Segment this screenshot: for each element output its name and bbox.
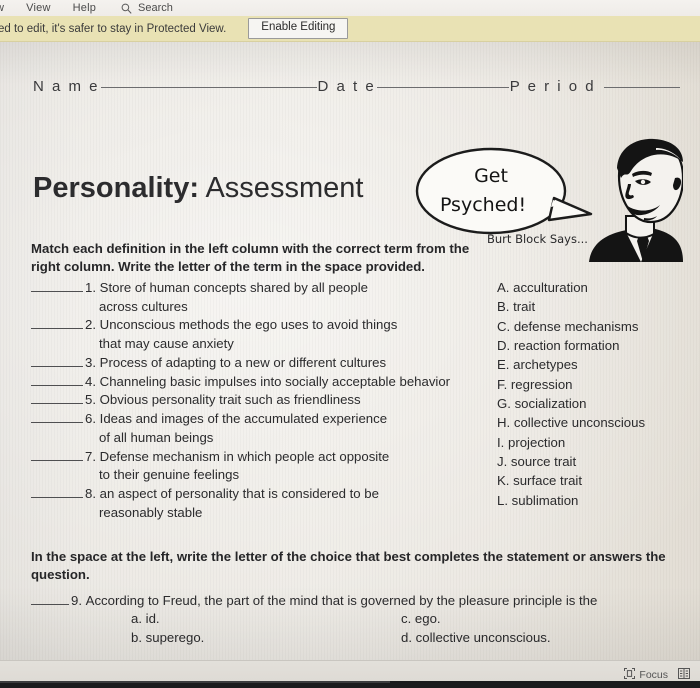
term-item: I. projection bbox=[497, 434, 566, 450]
item-number: 2. bbox=[85, 317, 96, 333]
answer-blank[interactable] bbox=[31, 393, 83, 405]
bottom-edge-seam bbox=[0, 681, 390, 683]
term-item: D. reaction formation bbox=[497, 337, 620, 353]
focus-icon bbox=[624, 667, 636, 682]
search-label: Search bbox=[138, 2, 173, 14]
item-text: Process of adapting to a new or differen… bbox=[99, 354, 387, 370]
matching-item: 5. Obvious personality trait such as fri… bbox=[31, 391, 483, 410]
document-page-photo[interactable]: N a m e D a t e P e r i o d Personality:… bbox=[0, 42, 700, 660]
name-date-period-line: N a m e D a t e P e r i o d bbox=[33, 78, 680, 95]
search-icon bbox=[121, 3, 132, 14]
option-c[interactable]: c. ego. bbox=[401, 610, 441, 628]
svg-text:Psyched!: Psyched! bbox=[440, 194, 526, 216]
tab-review-clipped[interactable]: w bbox=[0, 2, 15, 14]
question-number: 9. bbox=[71, 593, 82, 608]
item-number: 8. bbox=[85, 486, 96, 502]
name-label: N a m e bbox=[33, 78, 100, 95]
matching-item: 6. Ideas and images of the accumulated e… bbox=[31, 410, 483, 447]
date-label: D a t e bbox=[317, 78, 376, 95]
protected-view-message: ed to edit, it's safer to stay in Protec… bbox=[0, 22, 227, 35]
item-number: 7. bbox=[85, 448, 96, 464]
term-item: B. trait bbox=[497, 299, 536, 315]
date-blank-rule bbox=[376, 87, 509, 88]
term-item: L. sublimation bbox=[497, 492, 579, 508]
terms-list: A. acculturation B. trait C. defense mec… bbox=[497, 278, 645, 510]
item-text-cont: to their genuine feelings bbox=[99, 467, 240, 483]
enable-editing-button[interactable]: Enable Editing bbox=[248, 18, 349, 39]
option-d[interactable]: d. collective unconscious. bbox=[401, 629, 551, 647]
cartoon-man-icon bbox=[589, 138, 683, 262]
term-item: E. archetypes bbox=[497, 357, 578, 373]
term-item: G. socialization bbox=[497, 395, 587, 411]
answer-blank[interactable] bbox=[31, 412, 83, 424]
option-b[interactable]: b. superego. bbox=[131, 629, 401, 647]
term-item: F. regression bbox=[497, 376, 573, 392]
item-text-cont: across cultures bbox=[99, 298, 188, 314]
item-text: Unconscious methods the ego uses to avoi… bbox=[99, 317, 398, 333]
reading-view-button[interactable] bbox=[678, 667, 690, 682]
matching-items-list: 1. Store of human concepts shared by all… bbox=[31, 279, 483, 523]
item-text: Ideas and images of the accumulated expe… bbox=[99, 411, 388, 427]
protected-view-bar: ed to edit, it's safer to stay in Protec… bbox=[0, 16, 700, 42]
answer-blank[interactable] bbox=[31, 450, 83, 461]
answer-blank[interactable] bbox=[31, 356, 83, 367]
reading-view-icon bbox=[678, 667, 690, 682]
item-text: Store of human concepts shared by all pe… bbox=[99, 280, 368, 295]
answer-blank[interactable] bbox=[31, 375, 83, 386]
answer-blank[interactable] bbox=[31, 487, 83, 499]
period-label: P e r i o d bbox=[509, 78, 596, 95]
page-title: Personality: Assessment bbox=[33, 174, 363, 203]
item-text-cont: that may cause anxiety bbox=[99, 336, 234, 352]
burt-block-caption: Burt Block Says... bbox=[487, 232, 588, 246]
word-window: w View Help Search ed to edit, it's safe… bbox=[0, 0, 700, 688]
worksheet-sheet: N a m e D a t e P e r i o d Personality:… bbox=[0, 42, 700, 660]
term-item: J. source trait bbox=[497, 453, 577, 469]
matching-instructions: Match each definition in the left column… bbox=[31, 241, 470, 275]
multiple-choice-instructions: In the space at the left, write the lett… bbox=[31, 549, 666, 583]
answer-blank[interactable] bbox=[31, 281, 83, 292]
tab-view[interactable]: View bbox=[15, 2, 61, 14]
option-a[interactable]: a. id. bbox=[131, 610, 401, 628]
page-title-normal: Assessment bbox=[205, 172, 364, 204]
item-number: 1. bbox=[85, 280, 96, 295]
matching-item: 1. Store of human concepts shared by all… bbox=[31, 279, 483, 316]
focus-mode-button[interactable]: Focus bbox=[624, 667, 668, 682]
focus-label: Focus bbox=[639, 668, 668, 681]
item-text: Defense mechanism in which people act op… bbox=[99, 448, 390, 464]
term-item: K. surface trait bbox=[497, 473, 583, 489]
matching-item: 8. an aspect of personality that is cons… bbox=[31, 485, 483, 522]
term-item: C. defense mechanisms bbox=[497, 318, 639, 334]
item-text: an aspect of personality that is conside… bbox=[99, 486, 379, 502]
answer-blank[interactable] bbox=[31, 594, 69, 605]
period-blank-rule bbox=[603, 87, 680, 88]
item-number: 3. bbox=[85, 354, 96, 370]
mc-question-9: 9. According to Freud, the part of the m… bbox=[31, 592, 676, 647]
matching-item: 7. Defense mechanism in which people act… bbox=[31, 448, 483, 485]
answer-blank[interactable] bbox=[31, 318, 83, 330]
search-box[interactable]: Search bbox=[121, 2, 173, 14]
matching-item: 2. Unconscious methods the ego uses to a… bbox=[31, 316, 483, 353]
svg-text:Get: Get bbox=[474, 165, 508, 187]
screen-bottom-edge bbox=[0, 681, 700, 688]
item-number: 5. bbox=[85, 392, 96, 408]
name-blank-rule bbox=[100, 87, 317, 88]
matching-item: 4. Channeling basic impulses into social… bbox=[31, 373, 483, 392]
matching-item: 3. Process of adapting to a new or diffe… bbox=[31, 354, 483, 373]
question-stem: According to Freud, the part of the mind… bbox=[85, 593, 598, 608]
item-text: Obvious personality trait such as friend… bbox=[99, 392, 361, 408]
item-number: 4. bbox=[85, 373, 96, 389]
term-item: H. collective unconscious bbox=[497, 415, 646, 431]
item-number: 6. bbox=[85, 411, 96, 427]
item-text-cont: of all human beings bbox=[99, 429, 214, 445]
item-text: Channeling basic impulses into socially … bbox=[99, 373, 451, 389]
page-title-bold: Personality: bbox=[33, 172, 199, 204]
tab-help[interactable]: Help bbox=[62, 2, 107, 14]
term-item: A. acculturation bbox=[497, 280, 588, 295]
speech-bubble-icon bbox=[415, 147, 593, 235]
item-text-cont: reasonably stable bbox=[99, 504, 203, 520]
ribbon-tab-strip: w View Help Search bbox=[0, 0, 700, 16]
